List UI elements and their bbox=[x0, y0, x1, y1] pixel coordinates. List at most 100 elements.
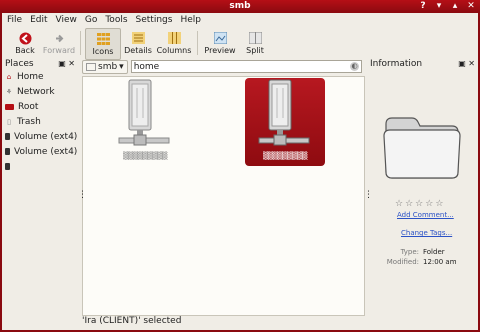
details-view-button[interactable]: Details bbox=[121, 28, 155, 58]
chevron-down-icon: ▾ bbox=[119, 61, 124, 72]
add-comment-link[interactable]: Add Comment... bbox=[397, 211, 454, 219]
clear-icon[interactable]: ◐ bbox=[350, 62, 359, 71]
icons-view-icon bbox=[96, 32, 110, 46]
information-panel: Information ▣ ✕ ☆ ☆ ☆ ☆ ☆ Add Comment...… bbox=[367, 58, 478, 316]
breadcrumb[interactable]: smb ▾ bbox=[82, 59, 128, 74]
menu-edit[interactable]: Edit bbox=[30, 13, 47, 27]
place-label: Network bbox=[17, 86, 55, 97]
title-bar[interactable]: smb ? ▾ ▴ ✕ bbox=[0, 0, 480, 13]
back-label: Back bbox=[15, 46, 35, 55]
folder-preview-icon bbox=[383, 117, 461, 179]
file-view[interactable]: ▒▒▒▒▒▒▒▒▒ ▒▒▒▒▒▒▒▒▒ bbox=[82, 76, 365, 316]
window-title: smb bbox=[229, 1, 251, 11]
place-volume-1[interactable]: Volume (ext4) bbox=[2, 129, 78, 144]
toolbar: Back Forward Icons Details Columns Previ… bbox=[2, 28, 478, 60]
star-icon[interactable]: ☆ bbox=[415, 199, 423, 209]
columns-view-icon bbox=[167, 31, 181, 45]
modified-value: 12:00 am bbox=[423, 258, 457, 266]
menu-bar: File Edit View Go Tools Settings Help bbox=[2, 13, 480, 27]
drive-icon bbox=[5, 133, 10, 140]
star-icon[interactable]: ☆ bbox=[425, 199, 433, 209]
places-header: Places ▣ ✕ bbox=[2, 58, 78, 69]
rating-stars[interactable]: ☆ ☆ ☆ ☆ ☆ bbox=[395, 199, 443, 209]
path-input[interactable]: home ◐ bbox=[130, 60, 362, 73]
maximize-icon[interactable]: ▴ bbox=[450, 1, 460, 11]
minimize-icon[interactable]: ▾ bbox=[434, 1, 444, 11]
home-icon: ⌂ bbox=[6, 72, 12, 81]
type-key: Type: bbox=[400, 248, 419, 256]
location-bar: smb ▾ home ◐ bbox=[82, 59, 362, 74]
star-icon[interactable]: ☆ bbox=[395, 199, 403, 209]
menu-go[interactable]: Go bbox=[85, 13, 97, 27]
file-item-server[interactable]: ▒▒▒▒▒▒▒▒▒ bbox=[105, 78, 185, 166]
place-trash[interactable]: ▯ Trash bbox=[2, 114, 78, 129]
information-title: Information bbox=[370, 58, 423, 69]
path-value: home bbox=[133, 61, 160, 72]
modified-row: Modified: 12:00 am bbox=[383, 258, 457, 266]
network-server-icon bbox=[118, 79, 170, 146]
network-icon: ⚘ bbox=[5, 87, 13, 96]
back-arrow-icon bbox=[18, 31, 32, 45]
star-icon[interactable]: ☆ bbox=[435, 199, 443, 209]
left-splitter-handle[interactable]: ⋮ bbox=[78, 190, 87, 220]
place-label: Home bbox=[17, 71, 44, 82]
detach-panel-icon[interactable]: ▣ bbox=[458, 59, 466, 68]
trash-icon: ▯ bbox=[7, 117, 11, 126]
icons-label: Icons bbox=[92, 47, 114, 56]
places-title: Places bbox=[5, 58, 34, 69]
menu-help[interactable]: Help bbox=[180, 13, 201, 27]
forward-arrow-icon bbox=[52, 31, 66, 45]
preview-icon bbox=[213, 31, 227, 45]
place-label: Trash bbox=[17, 116, 41, 127]
split-view-icon bbox=[248, 31, 262, 45]
details-view-icon bbox=[131, 31, 145, 45]
close-panel-icon[interactable]: ✕ bbox=[468, 59, 475, 68]
place-network[interactable]: ⚘ Network bbox=[2, 84, 78, 99]
preview-label: Preview bbox=[204, 46, 236, 55]
place-volume-2[interactable]: Volume (ext4) bbox=[2, 144, 78, 159]
split-button[interactable]: Split bbox=[238, 28, 272, 58]
status-bar-text: 'Ira (CLIENT)' selected bbox=[82, 316, 182, 326]
menu-settings[interactable]: Settings bbox=[136, 13, 173, 27]
place-label: Volume (ext4) bbox=[14, 146, 78, 157]
place-home[interactable]: ⌂ Home bbox=[2, 69, 78, 84]
place-label: Root bbox=[18, 101, 39, 112]
file-item-label: ▒▒▒▒▒▒▒▒▒ bbox=[263, 152, 307, 160]
root-icon bbox=[5, 103, 14, 110]
place-label: Volume (ext4) bbox=[14, 131, 78, 142]
preview-button[interactable]: Preview bbox=[202, 28, 238, 58]
menu-file[interactable]: File bbox=[7, 13, 22, 27]
places-panel: Places ▣ ✕ ⌂ Home ⚘ Network Root ▯ Trash… bbox=[2, 58, 78, 316]
columns-label: Columns bbox=[156, 46, 192, 55]
toolbar-separator bbox=[197, 31, 198, 55]
modified-key: Modified: bbox=[386, 258, 419, 266]
information-header: Information ▣ ✕ bbox=[367, 58, 478, 69]
detach-panel-icon[interactable]: ▣ bbox=[58, 59, 66, 68]
place-volume-3[interactable] bbox=[2, 159, 78, 174]
forward-button[interactable]: Forward bbox=[42, 28, 76, 58]
drive-icon bbox=[5, 163, 10, 170]
back-button[interactable]: Back bbox=[8, 28, 42, 58]
help-icon[interactable]: ? bbox=[418, 1, 428, 11]
toolbar-separator bbox=[80, 31, 81, 55]
forward-label: Forward bbox=[42, 46, 76, 55]
columns-view-button[interactable]: Columns bbox=[155, 28, 193, 58]
type-value: Folder bbox=[423, 248, 445, 256]
change-tags-link[interactable]: Change Tags... bbox=[401, 229, 452, 237]
breadcrumb-label: smb bbox=[98, 61, 118, 72]
menu-view[interactable]: View bbox=[56, 13, 77, 27]
file-item-client-selected[interactable]: ▒▒▒▒▒▒▒▒▒ bbox=[245, 78, 325, 166]
split-label: Split bbox=[246, 46, 264, 55]
type-row: Type: Folder bbox=[383, 248, 445, 256]
drive-icon bbox=[5, 148, 10, 155]
folder-icon bbox=[86, 62, 96, 71]
close-panel-icon[interactable]: ✕ bbox=[68, 59, 75, 68]
place-root[interactable]: Root bbox=[2, 99, 78, 114]
file-item-label: ▒▒▒▒▒▒▒▒▒ bbox=[123, 152, 167, 160]
star-icon[interactable]: ☆ bbox=[405, 199, 413, 209]
menu-tools[interactable]: Tools bbox=[105, 13, 127, 27]
details-label: Details bbox=[124, 46, 152, 55]
network-server-icon bbox=[258, 79, 310, 146]
close-icon[interactable]: ✕ bbox=[466, 1, 476, 11]
icons-view-button[interactable]: Icons bbox=[85, 28, 121, 60]
